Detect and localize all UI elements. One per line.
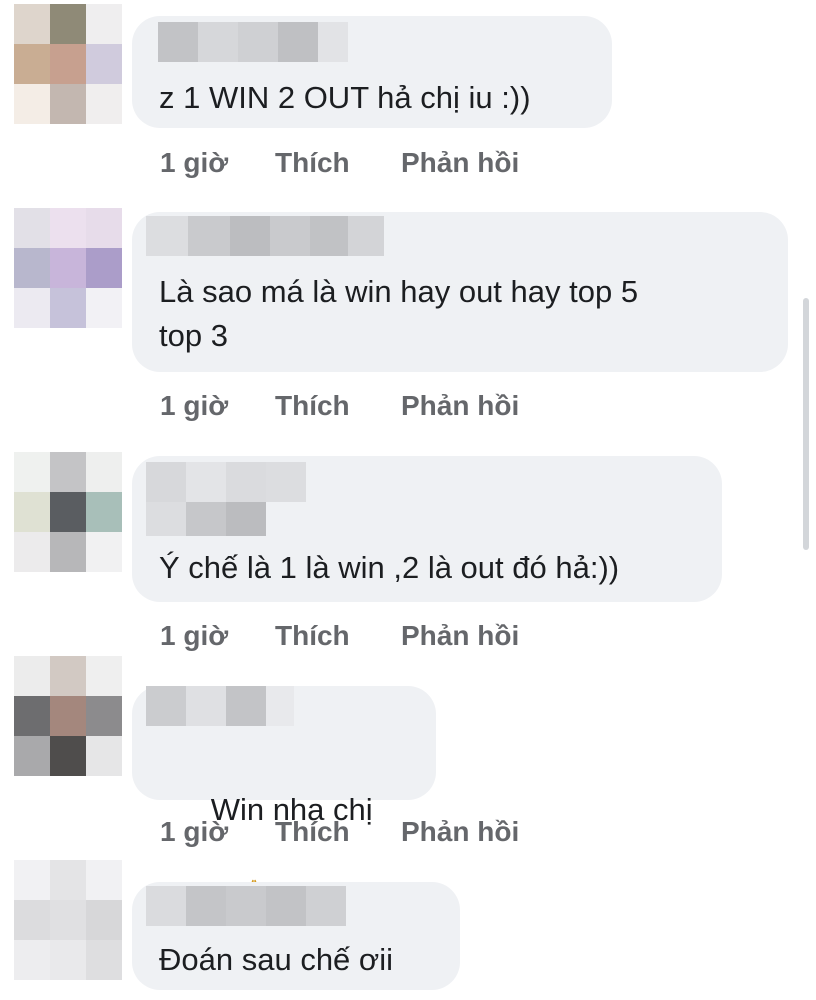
like-button[interactable]: Thích <box>275 620 401 652</box>
scrollbar[interactable] <box>803 298 809 550</box>
comment-text: Đoán sau chế ơii <box>159 942 394 977</box>
comment-actions: 1 giờ Thích Phản hồi <box>160 147 519 179</box>
comment-text: Ý chế là 1 là win ,2 là out đó hả:)) <box>159 550 620 585</box>
commenter-name-line-2[interactable] <box>146 502 266 536</box>
comment-actions: 1 giờ Thích Phản hồi <box>160 390 519 422</box>
commenter-name[interactable] <box>146 216 384 256</box>
comment-text: Là sao má là win hay out hay top 5 top 3 <box>159 274 639 353</box>
avatar[interactable] <box>14 860 122 980</box>
commenter-name[interactable] <box>146 886 346 926</box>
comment-thread: z 1 WIN 2 OUT hả chị iu :)) 1 giờ Thích … <box>0 0 816 1000</box>
commenter-name[interactable] <box>146 686 294 726</box>
like-button[interactable]: Thích <box>275 147 401 179</box>
reply-button[interactable]: Phản hồi <box>401 390 519 422</box>
comment-bubble[interactable]: Win nha chị <box>132 686 436 915</box>
comment-actions: 1 giờ Thích Phản hồi <box>160 620 519 652</box>
comment-text: z 1 WIN 2 OUT hả chị iu :)) <box>159 80 531 115</box>
avatar[interactable] <box>14 656 122 776</box>
comment-time[interactable]: 1 giờ <box>160 390 275 422</box>
comment-bubble[interactable]: Đoán sau chế ơii <box>132 882 460 990</box>
avatar[interactable] <box>14 208 122 328</box>
comment-bubble[interactable]: Ý chế là 1 là win ,2 là out đó hả:)) <box>132 456 722 602</box>
comment-time[interactable]: 1 giờ <box>160 147 275 179</box>
comment-time[interactable]: 1 giờ <box>160 620 275 652</box>
comment-bubble[interactable]: Là sao má là win hay out hay top 5 top 3 <box>132 212 788 372</box>
reply-button[interactable]: Phản hồi <box>401 147 519 179</box>
comment-actions: 1 giờ Thích Phản hồi <box>160 816 519 848</box>
comment-bubble[interactable]: z 1 WIN 2 OUT hả chị iu :)) <box>132 16 612 128</box>
commenter-name[interactable] <box>146 462 306 502</box>
like-button[interactable]: Thích <box>275 390 401 422</box>
reply-button[interactable]: Phản hồi <box>401 620 519 652</box>
avatar[interactable] <box>14 4 122 124</box>
like-button[interactable]: Thích <box>275 816 401 848</box>
commenter-name[interactable] <box>158 22 348 62</box>
avatar[interactable] <box>14 452 122 572</box>
reply-button[interactable]: Phản hồi <box>401 816 519 848</box>
comment-time[interactable]: 1 giờ <box>160 816 275 848</box>
